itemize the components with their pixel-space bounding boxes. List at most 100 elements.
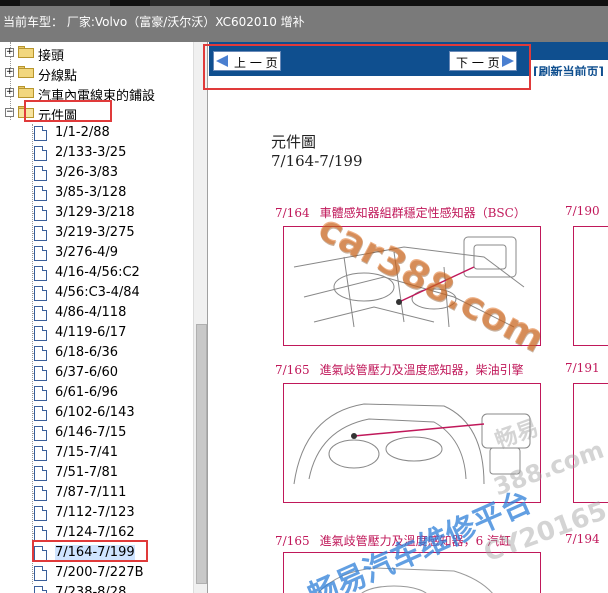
tree-item[interactable]: 7/112-7/123: [0, 503, 193, 523]
highlight-box-selected-item: [32, 540, 148, 562]
tree-item-label: 3/219-3/275: [55, 225, 135, 240]
document-icon: [34, 386, 47, 401]
tree-item-label: 7/112-7/123: [55, 505, 135, 520]
document-icon: [34, 566, 47, 581]
document-icon: [34, 326, 47, 341]
section-title: 車體感知器組群穩定性感知器（BSC）: [319, 206, 526, 220]
folder-icon: [18, 86, 34, 98]
tree-item[interactable]: 6/61-6/96: [0, 383, 193, 403]
document-icon: [34, 126, 47, 141]
tree-node-junctions[interactable]: + 分線點: [0, 63, 193, 84]
document-icon: [34, 266, 47, 281]
document-icon: [34, 426, 47, 441]
tree-item-label: 3/26-3/83: [55, 165, 119, 180]
tree-item-label: 6/146-7/15: [55, 425, 127, 440]
tree-item[interactable]: 6/102-6/143: [0, 403, 193, 423]
tree-item[interactable]: 6/146-7/15: [0, 423, 193, 443]
component-figure-6cyl: [283, 552, 541, 593]
tree-item[interactable]: 3/26-3/83: [0, 163, 193, 183]
document-icon: [34, 486, 47, 501]
tree-item[interactable]: 4/16-4/56:C2: [0, 263, 193, 283]
expand-icon[interactable]: +: [5, 68, 14, 77]
tree-item[interactable]: 7/238-8/28: [0, 583, 193, 593]
document-icon: [34, 186, 47, 201]
tree-item-label: 4/56:C3-4/84: [55, 285, 140, 300]
tree-item[interactable]: 4/86-4/118: [0, 303, 193, 323]
collapse-icon[interactable]: −: [5, 108, 14, 117]
tree-node-connectors[interactable]: + 接頭: [0, 43, 193, 64]
engine-drawing: [317, 567, 493, 593]
tree-view[interactable]: + 接頭 + 分線點 + 汽車內電線束的鋪設 − 元件圖 1/1-2/88 2/1…: [0, 42, 193, 593]
tree-item-label: 4/119-6/17: [55, 325, 127, 340]
section-number-right: 7/191: [565, 361, 600, 375]
section-heading: 7/165 進氣歧管壓力及溫度感知器，6 汽缸: [275, 532, 511, 549]
tree-item-label: 7/238-8/28: [55, 585, 127, 593]
tree-item[interactable]: 3/129-3/218: [0, 203, 193, 223]
tree-item-label: 1/1-2/88: [55, 125, 110, 140]
tree-item[interactable]: 1/1-2/88: [0, 123, 193, 143]
tree-item-label: 7/51-7/81: [55, 465, 119, 480]
section-number-right: 7/190: [565, 204, 600, 218]
document-icon: [34, 146, 47, 161]
folder-icon: [18, 46, 34, 58]
sidebar-scrollbar[interactable]: [193, 42, 207, 593]
tree-item[interactable]: 3/85-3/128: [0, 183, 193, 203]
section-title: 進氣歧管壓力及溫度感知器，柴油引擎: [319, 363, 524, 377]
section-number: 7/165: [275, 534, 310, 548]
tree-node-label: 接頭: [38, 49, 65, 64]
tree-item[interactable]: 4/56:C3-4/84: [0, 283, 193, 303]
document-viewer: 元件圖 7/164-7/199 7/164 車體感知器組群穩定性感知器（BSC） …: [209, 76, 608, 593]
document-icon: [34, 446, 47, 461]
tree-item[interactable]: 2/133-3/25: [0, 143, 193, 163]
component-figure-bsc: [283, 226, 541, 346]
tree-item-label: 3/85-3/128: [55, 185, 127, 200]
car-interior-drawing: [293, 236, 525, 328]
document-title: 元件圖: [271, 133, 317, 151]
document-icon: [34, 506, 47, 521]
tree-item-label: 4/86-4/118: [55, 305, 127, 320]
document-icon: [34, 346, 47, 361]
tree-item-label: 2/133-3/25: [55, 145, 127, 160]
tree-item[interactable]: 7/87-7/111: [0, 483, 193, 503]
document-icon: [34, 286, 47, 301]
tree-item[interactable]: 6/37-6/60: [0, 363, 193, 383]
tree-item[interactable]: 6/18-6/36: [0, 343, 193, 363]
tree-item-label: 7/200-7/227B: [55, 565, 144, 580]
tree-item-label: 4/16-4/56:C2: [55, 265, 140, 280]
document-icon: [34, 406, 47, 421]
document-icon: [34, 166, 47, 181]
main-panel: 上 一 页 下 一 页 [刷新当前页] 元件圖 7/164-7/199 7/16…: [209, 42, 608, 593]
document-icon: [34, 206, 47, 221]
tree-item[interactable]: 4/119-6/17: [0, 323, 193, 343]
tree-item-label: 3/276-4/9: [55, 245, 119, 260]
tree-item[interactable]: 7/200-7/227B: [0, 563, 193, 583]
tree-item[interactable]: 3/219-3/275: [0, 223, 193, 243]
folder-icon: [18, 66, 34, 78]
tree-item[interactable]: 7/51-7/81: [0, 463, 193, 483]
document-icon: [34, 306, 47, 321]
section-number-right: 7/194: [565, 532, 600, 546]
tree-item[interactable]: 3/276-4/9: [0, 243, 193, 263]
document-icon: [34, 226, 47, 241]
tree-node-label: 分線點: [38, 69, 78, 84]
tree-item-label: 3/129-3/218: [55, 205, 135, 220]
expand-icon[interactable]: +: [5, 88, 14, 97]
document-icon: [34, 586, 47, 593]
document-icon: [34, 366, 47, 381]
tree-item-label: 6/61-6/96: [55, 385, 119, 400]
document-subtitle: 7/164-7/199: [271, 152, 363, 170]
component-figure-partial: [573, 383, 608, 503]
section-number: 7/164: [275, 206, 310, 220]
expand-icon[interactable]: +: [5, 48, 14, 57]
vehicle-title: 当前车型： 厂家:Volvo（富豪/沃尔沃）XC602010 增补: [3, 15, 305, 29]
tree-item-label: 7/15-7/41: [55, 445, 119, 460]
component-figure-map-sensor: [283, 383, 541, 503]
scrollbar-thumb[interactable]: [196, 324, 207, 584]
section-heading: 7/164 車體感知器組群穩定性感知器（BSC）: [275, 204, 526, 221]
tree-item[interactable]: 7/15-7/41: [0, 443, 193, 463]
tree-item-label: 7/87-7/111: [55, 485, 127, 500]
document-icon: [34, 526, 47, 541]
tree-item-label: 7/124-7/162: [55, 525, 135, 540]
section-number: 7/165: [275, 363, 310, 377]
tree-item-label: 6/18-6/36: [55, 345, 119, 360]
